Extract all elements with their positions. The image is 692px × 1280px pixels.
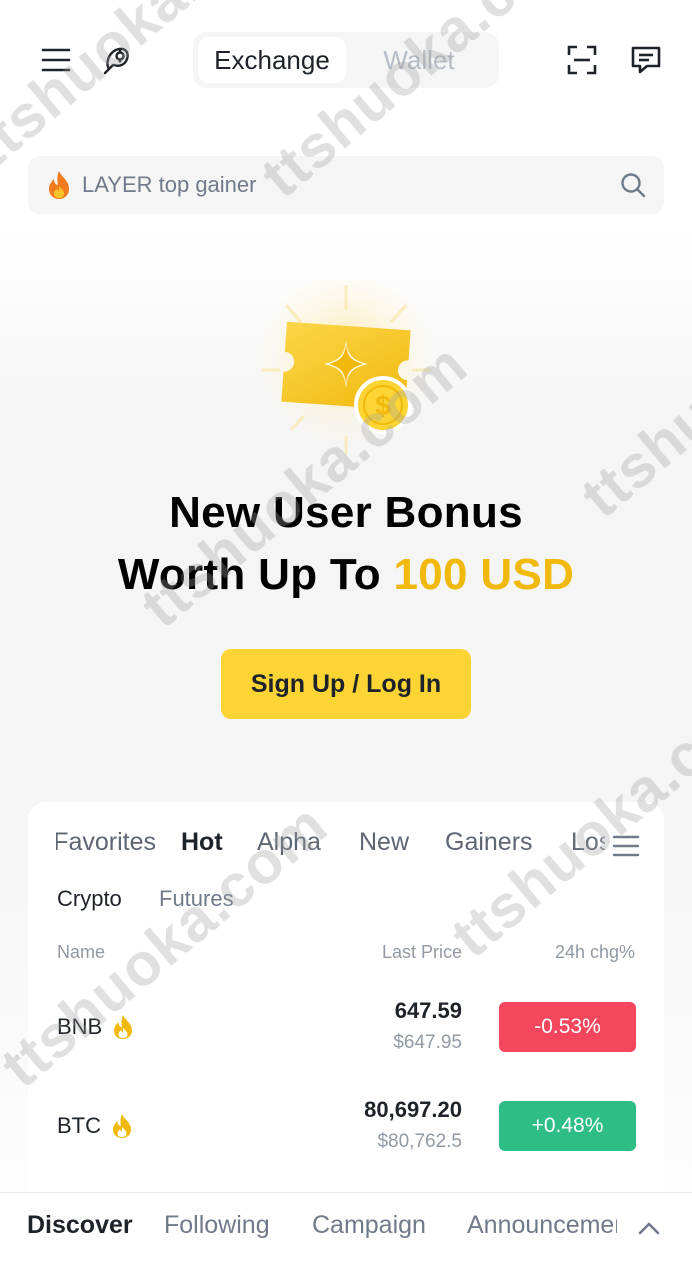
flame-icon [109, 1113, 135, 1139]
exchange-wallet-switch: Exchange Wallet [193, 32, 499, 88]
search-placeholder: LAYER top gainer [82, 172, 257, 197]
wallet-segment[interactable]: Wallet [346, 37, 492, 83]
column-name[interactable]: Name [57, 942, 105, 963]
change-badge[interactable]: +0.48% [499, 1101, 636, 1151]
menu-icon[interactable] [38, 42, 74, 78]
svg-text:$: $ [375, 390, 391, 421]
subtab-futures[interactable]: Futures [159, 886, 234, 912]
search-bar[interactable]: LAYER top gainer [28, 156, 664, 214]
change-badge[interactable]: -0.53% [499, 1002, 636, 1052]
search-icon[interactable] [618, 170, 648, 200]
tab-favorites[interactable]: Favorites [56, 828, 156, 857]
tab-gainers[interactable]: Gainers [445, 828, 533, 857]
flame-icon [44, 170, 74, 200]
markets-card: Favorites Hot Alpha New Gainers Losers C… [28, 802, 664, 1222]
headset-icon[interactable] [98, 42, 134, 78]
coin-symbol: BNB [57, 1014, 103, 1039]
chevron-up-icon[interactable] [632, 1211, 666, 1245]
tab-alpha[interactable]: Alpha [257, 828, 321, 857]
list-icon[interactable] [610, 830, 642, 862]
fiat-price: $647.95 [393, 1032, 462, 1053]
flame-icon [110, 1014, 136, 1040]
coin-name: BNB [57, 1014, 136, 1040]
scan-icon[interactable] [564, 42, 600, 78]
tab-campaign[interactable]: Campaign [312, 1211, 426, 1240]
hero-title-prefix: Worth Up To [117, 550, 394, 599]
hero-title-line1: New User Bonus [169, 488, 523, 537]
market-row[interactable]: BTC 80,697.20 $80,762.5 +0.48% [28, 1093, 664, 1183]
chat-icon[interactable] [628, 42, 664, 78]
tab-hot[interactable]: Hot [181, 828, 223, 857]
column-last-price[interactable]: Last Price [382, 942, 462, 963]
feed-tab-bar: Discover Following Campaign Announcement… [0, 1192, 692, 1280]
coin-name: BTC [57, 1113, 135, 1139]
fiat-price: $80,762.5 [377, 1131, 462, 1152]
market-tabs: Favorites Hot Alpha New Gainers Losers [28, 824, 664, 870]
hero-title-line2: Worth Up To 100 USD [0, 550, 692, 600]
hero-title-amount: 100 USD [393, 550, 575, 599]
tab-announcements[interactable]: Announcements [467, 1211, 617, 1240]
tab-discover[interactable]: Discover [27, 1211, 133, 1240]
tab-new[interactable]: New [359, 828, 409, 857]
market-row[interactable]: BNB 647.59 $647.95 -0.53% [28, 994, 664, 1084]
ticket-coin-icon: $ [246, 275, 446, 460]
top-header: Exchange Wallet [0, 28, 692, 92]
last-price: 80,697.20 [364, 1097, 462, 1122]
sign-up-login-button[interactable]: Sign Up / Log In [221, 649, 471, 719]
exchange-segment[interactable]: Exchange [198, 37, 346, 83]
column-24h-change[interactable]: 24h chg% [555, 942, 635, 963]
app-screen: Exchange Wallet LAYER top gainer $ New U… [0, 0, 692, 1280]
coin-symbol: BTC [57, 1113, 101, 1138]
tab-following[interactable]: Following [164, 1211, 270, 1240]
subtab-crypto[interactable]: Crypto [57, 886, 122, 912]
watermark: ttshuoka.com [568, 220, 692, 531]
last-price: 647.59 [394, 998, 462, 1023]
